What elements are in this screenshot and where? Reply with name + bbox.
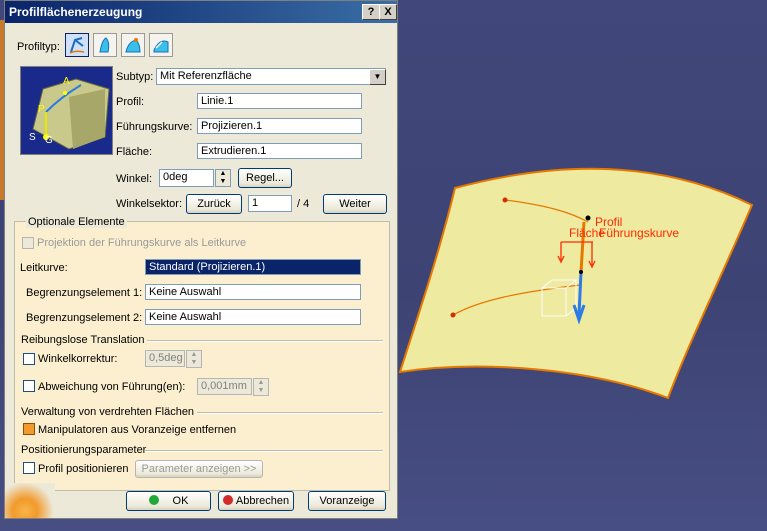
abweichung-field[interactable]: 0,001mm — [197, 378, 252, 395]
profiltyp-explicit-button[interactable] — [149, 33, 173, 57]
winkelsektor-field[interactable]: 1 — [248, 195, 292, 212]
upper-curve-start-point — [502, 197, 508, 203]
leitkurve-label: Leitkurve: — [20, 262, 68, 274]
winkelkorrektur-checkbox[interactable] — [23, 353, 35, 365]
begrenzung2-field[interactable]: Keine Auswahl — [145, 309, 361, 325]
manipulatoren-label: Manipulatoren aus Voranzeige entfernen — [38, 424, 237, 436]
line-profile-icon — [69, 37, 85, 54]
explicit-profile-icon — [153, 40, 169, 53]
profil-positionieren-label: Profil positionieren — [38, 463, 129, 475]
ok-icon — [148, 495, 159, 505]
abbrechen-button[interactable]: Abbrechen — [218, 491, 294, 511]
lower-curve-start-point — [450, 312, 456, 318]
abweichung-label: Abweichung von Führung(en): — [38, 381, 186, 393]
ok-label: OK — [172, 495, 189, 507]
begrenzung2-label: Begrenzungselement 2: — [26, 312, 143, 324]
winkelsektor-total: / 4 — [297, 198, 310, 210]
profiltyp-line-button[interactable] — [65, 33, 89, 57]
guide-point — [579, 270, 583, 274]
fuehrungskurve-label: Führungskurve: — [116, 121, 193, 133]
optionale-elemente-header: Optionale Elemente — [26, 216, 127, 228]
conic-profile-icon — [125, 38, 141, 53]
begrenzung1-label: Begrenzungselement 1: — [26, 287, 143, 299]
reibungslos-divider — [147, 340, 383, 342]
projektion-checkbox[interactable] — [22, 237, 34, 249]
close-button[interactable]: X — [379, 4, 397, 20]
weiter-button[interactable]: Weiter — [323, 194, 387, 214]
abweichung-spinner[interactable]: ▲ ▼ — [253, 378, 269, 396]
profil-field[interactable]: Linie.1 — [197, 93, 362, 109]
diagram-label-g: G — [45, 135, 53, 146]
profiltyp-label: Profiltyp: — [17, 41, 60, 53]
abweichung-checkbox[interactable] — [23, 380, 35, 392]
winkel-label: Winkel: — [116, 173, 153, 185]
fuehrungskurve-field[interactable]: Projizieren.1 — [197, 118, 362, 134]
verwaltung-header: Verwaltung von verdrehten Flächen — [21, 406, 195, 418]
footer-decoration — [5, 483, 55, 518]
subtyp-select[interactable]: Mit Referenzfläche — [156, 68, 386, 85]
dialog-profilflaechenerzeugung: Profilflächenerzeugung ? X Profiltyp: A … — [4, 0, 398, 519]
voranzeige-button[interactable]: Voranzeige — [308, 491, 386, 511]
zurueck-button[interactable]: Zurück — [186, 194, 242, 214]
chevron-down-icon[interactable]: ▼ — [369, 69, 386, 85]
diagram-label-a: A — [63, 76, 70, 87]
window-title: Profilflächenerzeugung — [9, 5, 143, 19]
reibungslos-header: Reibungslose Translation — [21, 334, 145, 346]
winkel-spinner[interactable]: ▲ ▼ — [215, 169, 231, 187]
projektion-label: Projektion der Führungskurve als Leitkur… — [37, 237, 247, 249]
verwaltung-divider — [197, 412, 383, 414]
abbrechen-label: Abbrechen — [235, 495, 290, 507]
manipulatoren-checkbox[interactable] — [23, 423, 35, 435]
winkelsektor-label: Winkelsektor: — [116, 198, 183, 210]
winkel-field[interactable]: 0deg — [159, 169, 214, 187]
regel-button[interactable]: Regel... — [238, 168, 292, 188]
leitkurve-field[interactable]: Standard (Projizieren.1) — [145, 259, 361, 275]
parameter-anzeigen-button[interactable]: Parameter anzeigen >> — [135, 460, 263, 478]
positionierung-header: Positionierungsparameter — [21, 444, 147, 456]
subtype-diagram: A P S G — [20, 66, 113, 155]
ok-button[interactable]: OK — [126, 491, 211, 511]
titlebar[interactable]: Profilflächenerzeugung ? X — [5, 1, 397, 23]
label-fuehrungskurve: Führungskurve — [599, 226, 679, 240]
cancel-icon — [222, 495, 233, 505]
help-button[interactable]: ? — [362, 4, 380, 20]
profiltyp-conic-button[interactable] — [121, 33, 145, 57]
diagram-label-s: S — [29, 132, 36, 143]
profiltyp-circle-button[interactable] — [93, 33, 117, 57]
circle-profile-icon — [99, 37, 110, 53]
profil-label: Profil: — [116, 96, 145, 108]
profil-positionieren-checkbox[interactable] — [23, 462, 35, 474]
begrenzung1-field[interactable]: Keine Auswahl — [145, 284, 361, 300]
blue-arrow-shaft — [577, 271, 583, 316]
winkelkorrektur-field[interactable]: 0,5deg — [145, 350, 185, 367]
winkelkorrektur-label: Winkelkorrektur: — [38, 353, 118, 365]
winkelkorrektur-spinner[interactable]: ▲ ▼ — [186, 350, 202, 368]
flaeche-label: Fläche: — [116, 146, 153, 158]
profile-point — [585, 215, 591, 221]
flaeche-field[interactable]: Extrudieren.1 — [197, 143, 362, 159]
subtyp-label: Subtyp: — [116, 71, 154, 83]
diagram-label-p: P — [38, 104, 45, 115]
positionierung-divider — [145, 450, 383, 452]
